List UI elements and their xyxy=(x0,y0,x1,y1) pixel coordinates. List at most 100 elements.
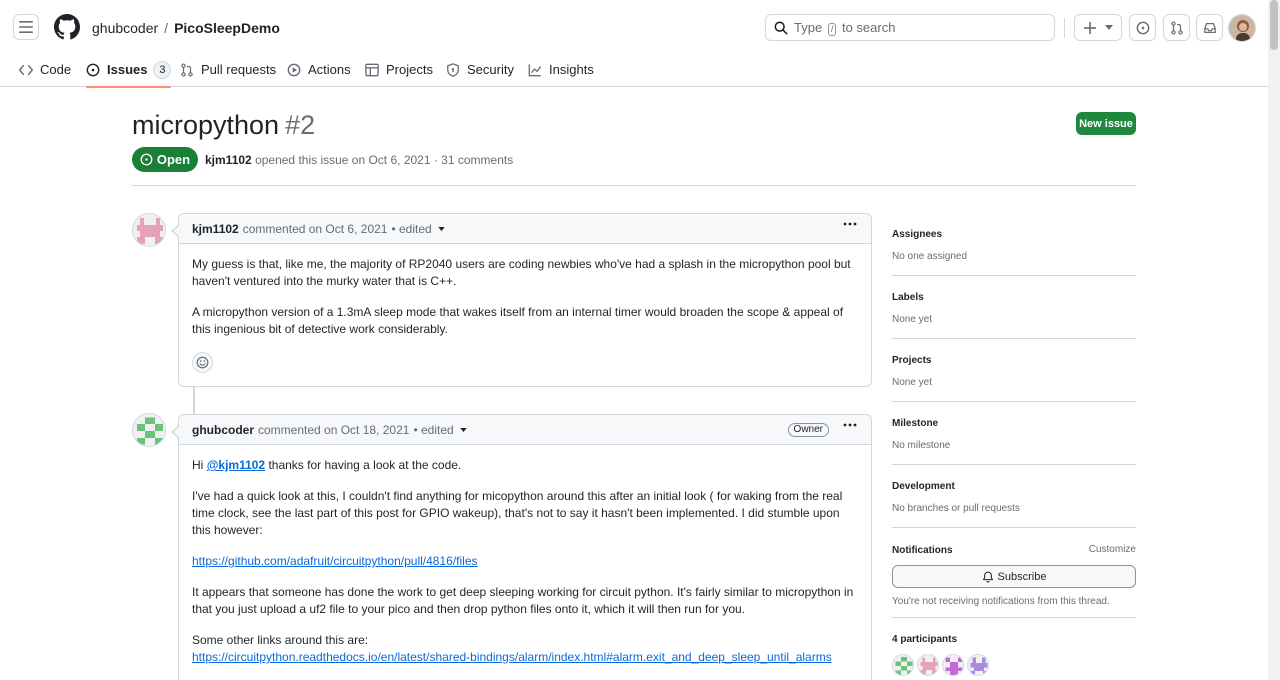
timeline-connector xyxy=(193,386,195,414)
search-suffix: to search xyxy=(841,19,896,35)
graph-icon xyxy=(528,63,542,76)
owner-badge: Owner xyxy=(787,423,829,437)
page-scrollbar[interactable] xyxy=(1268,0,1280,680)
tab-projects[interactable]: Projects xyxy=(365,52,433,87)
repo-nav: Code Issues 3 Pull requests Actions Proj… xyxy=(0,52,1268,88)
issues-button[interactable] xyxy=(1129,14,1156,41)
issue-title-text: micropython xyxy=(132,110,280,140)
sidebar-divider xyxy=(892,338,1136,339)
app-header: ghubcoder / PicoSleepDemo Type / to search… xyxy=(0,0,1268,88)
greeting-suffix: thanks for having a look at the code. xyxy=(268,458,462,472)
issue-author-link[interactable]: kjm1102 xyxy=(205,153,252,167)
smiley-icon xyxy=(196,356,209,369)
milestone-heading[interactable]: Milestone xyxy=(892,417,1136,430)
greeting-prefix: Hi xyxy=(192,458,204,472)
tab-actions[interactable]: Actions xyxy=(287,52,351,87)
code-icon xyxy=(19,64,33,75)
development-value: No branches or pull requests xyxy=(892,503,1020,514)
avatar[interactable] xyxy=(132,213,166,247)
assignees-value: No one assigned xyxy=(892,251,968,262)
git-pull-request-icon xyxy=(1170,20,1183,35)
search-input[interactable]: Type / to search xyxy=(765,14,1055,41)
kebab-horizontal-icon[interactable] xyxy=(843,222,857,226)
search-shortcut-key: / xyxy=(827,22,837,36)
comment-header: kjm1102 commented on Oct 6, 2021 • edite… xyxy=(179,214,871,244)
comment-edited-label[interactable]: • edited xyxy=(413,423,453,437)
subscribe-label: Subscribe xyxy=(997,570,1047,583)
repo-owner-link[interactable]: ghubcoder xyxy=(92,20,158,36)
comment-body: Hi @kjm1102 thanks for having a look at … xyxy=(179,445,871,680)
participant-avatar[interactable] xyxy=(942,654,964,676)
top-bar: ghubcoder / PicoSleepDemo Type / to search xyxy=(0,0,1268,52)
circuitpython-pr-link[interactable]: https://github.com/adafruit/circuitpytho… xyxy=(192,554,478,568)
search-prefix: Type xyxy=(794,19,823,35)
triangle-down-icon[interactable] xyxy=(459,427,467,432)
participant-avatar[interactable] xyxy=(892,654,914,676)
tab-issues[interactable]: Issues 3 xyxy=(86,52,172,88)
sidebar-assignees: Assignees No one assigned xyxy=(892,228,1136,263)
comment-author-link[interactable]: ghubcoder xyxy=(192,423,254,437)
comment-paragraph: A micropython version of a 1.3mA sleep m… xyxy=(192,305,844,336)
github-logo-icon[interactable] xyxy=(54,14,80,40)
comment-edited-label[interactable]: • edited xyxy=(391,222,431,236)
comment-author-link[interactable]: kjm1102 xyxy=(192,222,239,236)
tab-insights-label: Insights xyxy=(549,62,594,77)
inbox-button[interactable] xyxy=(1196,14,1223,41)
new-issue-button[interactable]: New issue xyxy=(1076,112,1136,135)
sidebar-development: Development No branches or pull requests xyxy=(892,480,1136,515)
tab-pull-requests-label: Pull requests xyxy=(201,62,277,77)
scrollbar-thumb[interactable] xyxy=(1270,0,1278,50)
pull-requests-button[interactable] xyxy=(1163,14,1190,41)
comment-header: ghubcoder commented on Oct 18, 2021 • ed… xyxy=(179,415,871,445)
tab-insights[interactable]: Insights xyxy=(528,52,594,87)
development-heading[interactable]: Development xyxy=(892,480,1136,493)
comment-paragraph: Hi @kjm1102 thanks for having a look at … xyxy=(192,457,858,474)
comment-paragraph: It appears that someone has done the wor… xyxy=(192,585,854,616)
tab-pull-requests[interactable]: Pull requests xyxy=(180,52,276,87)
user-mention-link[interactable]: @kjm1102 xyxy=(207,458,265,472)
participant-avatar[interactable] xyxy=(967,654,989,676)
circuitpython-docs-link[interactable]: https://circuitpython.readthedocs.io/en/… xyxy=(192,650,832,664)
play-icon xyxy=(287,63,301,76)
comment-card: kjm1102 commented on Oct 6, 2021 • edite… xyxy=(171,213,872,387)
user-avatar[interactable] xyxy=(1228,14,1256,42)
comment-paragraph: Some other links around this are: https:/… xyxy=(192,632,858,666)
assignees-heading[interactable]: Assignees xyxy=(892,228,1136,241)
tab-security[interactable]: Security xyxy=(446,52,514,87)
repo-name-link[interactable]: PicoSleepDemo xyxy=(174,20,280,36)
search-placeholder: Type / to search xyxy=(794,20,895,36)
inbox-icon xyxy=(1203,22,1216,33)
title-divider xyxy=(132,185,1136,186)
subscribe-button[interactable]: Subscribe xyxy=(892,565,1136,588)
add-reaction-button[interactable] xyxy=(192,352,213,373)
comment-card: ghubcoder commented on Oct 18, 2021 • ed… xyxy=(171,414,872,680)
menu-button[interactable] xyxy=(13,14,39,40)
sidebar-divider xyxy=(892,464,1136,465)
create-new-button[interactable] xyxy=(1074,14,1122,41)
issues-count-badge: 3 xyxy=(153,60,172,79)
table-icon xyxy=(365,63,379,76)
tab-issues-label: Issues xyxy=(107,62,148,77)
participants-heading: 4 participants xyxy=(892,634,958,645)
projects-heading[interactable]: Projects xyxy=(892,354,1136,367)
comment-paragraph: My guess is that, like me, the majority … xyxy=(192,257,851,288)
comment-paragraph: I've had a quick look at this, I couldn'… xyxy=(192,489,843,537)
comment-action: commented on Oct 18, 2021 xyxy=(258,422,410,437)
tab-code[interactable]: Code xyxy=(19,52,71,87)
links-intro: Some other links around this are: xyxy=(192,633,369,647)
breadcrumb: ghubcoder / PicoSleepDemo xyxy=(92,20,280,36)
customize-link[interactable]: Customize xyxy=(1089,544,1136,555)
kebab-horizontal-icon[interactable] xyxy=(843,423,857,427)
plus-icon xyxy=(1083,21,1096,34)
search-icon xyxy=(774,21,788,34)
avatar[interactable] xyxy=(132,413,166,447)
sidebar-milestone: Milestone No milestone xyxy=(892,417,1136,452)
sidebar-participants: 4 participants xyxy=(892,633,1136,676)
tab-code-label: Code xyxy=(40,62,72,77)
comment-action: commented on Oct 6, 2021 xyxy=(242,221,388,236)
participant-avatar[interactable] xyxy=(917,654,939,676)
triangle-down-icon[interactable] xyxy=(438,226,445,231)
labels-heading[interactable]: Labels xyxy=(892,291,1136,304)
projects-value: None yet xyxy=(892,377,933,388)
hamburger-icon xyxy=(19,21,33,33)
